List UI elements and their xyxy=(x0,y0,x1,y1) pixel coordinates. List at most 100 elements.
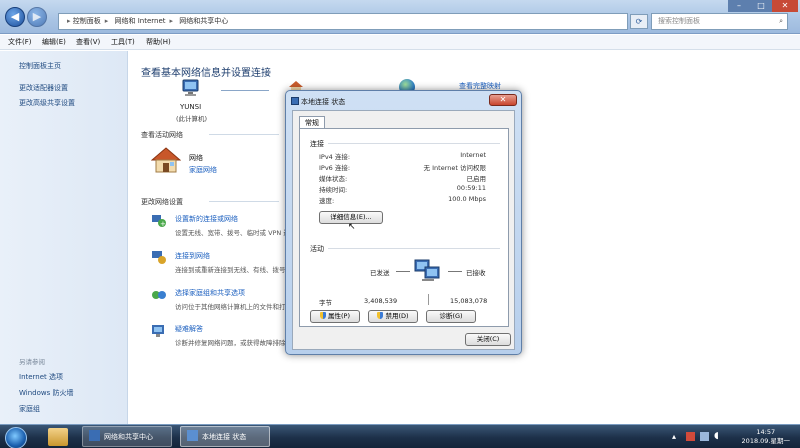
close-button[interactable]: ✕ xyxy=(772,0,798,12)
clock-date: 2018.09.星期一 xyxy=(741,437,790,445)
maximize-button[interactable]: □ xyxy=(750,0,772,12)
breadcrumb-network-sharing-center[interactable]: 网络和共享中心 xyxy=(179,17,228,25)
details-button-label: 详细信息(E)... xyxy=(330,213,372,221)
duration-value: 00:59:11 xyxy=(456,184,486,192)
title-bar: ◀ ▶ ▸ 控制面板 ▸ 网络和 Internet ▸ 网络和共享中心 ⟳ 搜索控制… xyxy=(0,0,800,34)
sidebar: 控制面板主页 更改适配器设置 更改高级共享设置 另请参阅 Internet 选项… xyxy=(0,51,128,424)
troubleshoot-icon xyxy=(151,322,167,338)
task-setup-connection-desc: 设置无线、宽带、拨号、临时或 VPN 连接；或设置路由器或访问点。 xyxy=(175,229,285,237)
uac-shield-icon xyxy=(377,312,384,319)
clock[interactable]: 14:57 2018.09.星期一 xyxy=(742,428,790,446)
taskbar-item-connection-status[interactable]: 本地连接 状态 xyxy=(180,426,270,447)
breadcrumb-separator-icon: ▸ xyxy=(104,17,109,25)
home-network-icon xyxy=(150,147,182,173)
map-connector xyxy=(221,90,269,91)
divider xyxy=(209,134,279,135)
search-input[interactable]: 搜索控制面板 ⌕ xyxy=(651,13,788,30)
task-connect-network-desc: 连接到或重新连接到无线、有线、拨号或 VPN 网络连接。 xyxy=(175,266,285,274)
connection-heading: 连接 xyxy=(310,140,324,148)
minimize-button[interactable]: – xyxy=(728,0,750,12)
see-also-heading: 另请参阅 xyxy=(19,358,45,366)
breadcrumb-separator-icon: ▸ xyxy=(169,17,174,25)
homegroup-icon xyxy=(151,287,167,303)
network-center-icon xyxy=(89,430,100,441)
active-networks-heading: 查看活动网络 xyxy=(141,131,183,139)
uac-shield-icon xyxy=(320,312,326,319)
home-network-link[interactable]: 家庭网络 xyxy=(189,165,217,175)
search-icon: ⌕ xyxy=(779,17,783,25)
task-troubleshoot-desc: 诊断并修复网络问题，或获得故障排除信息。 xyxy=(175,339,285,347)
received-line xyxy=(448,271,462,272)
sidebar-item-homegroup[interactable]: 家庭组 xyxy=(19,404,40,414)
explorer-folder-icon[interactable] xyxy=(48,428,68,446)
dialog-close-icon[interactable]: ✕ xyxy=(489,94,517,106)
ipv4-value: Internet xyxy=(460,151,486,159)
divider xyxy=(328,248,500,249)
sidebar-item-adapter-settings[interactable]: 更改适配器设置 xyxy=(19,83,68,93)
refresh-icon[interactable]: ⟳ xyxy=(630,14,648,29)
task-troubleshoot[interactable]: 疑难解答 xyxy=(175,324,203,334)
computer-name: YUNSI xyxy=(180,103,202,111)
network-name: 网络 xyxy=(189,154,203,162)
menu-file[interactable]: 文件(F) xyxy=(8,37,32,47)
new-connection-icon: + xyxy=(151,212,167,228)
menu-edit[interactable]: 编辑(E) xyxy=(42,37,66,47)
bytes-sent-value: 3,408,539 xyxy=(364,297,398,305)
search-placeholder: 搜索控制面板 xyxy=(658,17,700,25)
forward-button[interactable]: ▶ xyxy=(27,7,47,27)
sidebar-item-firewall[interactable]: Windows 防火墙 xyxy=(19,388,73,398)
computer-sub: (此计算机) xyxy=(176,115,208,123)
speed-label: 速度: xyxy=(319,197,335,205)
sidebar-item-home[interactable]: 控制面板主页 xyxy=(19,61,61,71)
address-bar[interactable]: ▸ 控制面板 ▸ 网络和 Internet ▸ 网络和共享中心 xyxy=(58,13,628,30)
ipv6-label: IPv6 连接: xyxy=(319,164,351,172)
menu-help[interactable]: 帮助(H) xyxy=(146,37,171,47)
task-connect-network[interactable]: 连接到网络 xyxy=(175,251,210,261)
received-label: 已接收 xyxy=(466,269,486,277)
bytes-label: 字节 xyxy=(319,299,332,307)
tray-arrow-icon[interactable]: ▴ xyxy=(672,432,676,441)
breadcrumb-network-internet[interactable]: 网络和 Internet xyxy=(115,17,166,25)
computer-icon xyxy=(180,79,202,97)
menu-tools[interactable]: 工具(T) xyxy=(111,37,135,47)
properties-button[interactable]: 属性(P) xyxy=(310,310,360,323)
network-activity-icon xyxy=(413,257,443,287)
ipv4-label: IPv4 连接: xyxy=(319,153,351,161)
volume-icon[interactable]: ◖ xyxy=(714,431,719,441)
dialog-body: 常规 连接 IPv4 连接: Internet IPv6 连接: 无 Inter… xyxy=(292,110,515,350)
task-homegroup-sharing[interactable]: 选择家庭组和共享选项 xyxy=(175,288,245,298)
network-tray-icon[interactable] xyxy=(700,432,709,441)
connection-status-dialog: 本地连接 状态 ✕ 常规 连接 IPv4 连接: Internet IPv6 连… xyxy=(285,90,522,355)
properties-button-label: 属性(P) xyxy=(328,312,350,320)
divider xyxy=(328,143,500,144)
close-dialog-button[interactable]: 关闭(C) xyxy=(465,333,511,346)
disable-button[interactable]: 禁用(D) xyxy=(368,310,418,323)
task-setup-connection[interactable]: 设置新的连接或网络 xyxy=(175,214,238,224)
bytes-received-value: 15,083,078 xyxy=(450,297,488,305)
tray-app-icon[interactable] xyxy=(686,432,695,441)
sent-line xyxy=(396,271,410,272)
start-button[interactable] xyxy=(5,427,27,448)
connection-status-icon xyxy=(187,430,198,441)
back-button[interactable]: ◀ xyxy=(5,7,25,27)
activity-heading: 活动 xyxy=(310,245,324,253)
svg-text:+: + xyxy=(160,220,166,228)
cursor-icon: ↖ xyxy=(348,222,356,232)
media-state-label: 媒体状态: xyxy=(319,175,348,183)
divider xyxy=(209,201,279,202)
media-state-value: 已启用 xyxy=(466,175,487,183)
taskbar-item-label: 网络和共享中心 xyxy=(104,433,153,441)
sidebar-item-advanced-sharing[interactable]: 更改高级共享设置 xyxy=(19,98,75,108)
ipv6-value: 无 Internet 访问权限 xyxy=(423,164,486,172)
network-adapter-icon xyxy=(291,97,299,105)
close-dialog-button-label: 关闭(C) xyxy=(476,335,500,343)
taskbar-item-sharing-center[interactable]: 网络和共享中心 xyxy=(82,426,172,447)
divider xyxy=(428,294,429,305)
diagnose-button[interactable]: 诊断(G) xyxy=(426,310,476,323)
breadcrumb-control-panel[interactable]: 控制面板 xyxy=(73,17,101,25)
clock-time: 14:57 xyxy=(756,428,776,436)
taskbar: 网络和共享中心 本地连接 状态 ▴ ◖ 14:57 2018.09.星期一 xyxy=(0,424,800,448)
taskbar-item-label: 本地连接 状态 xyxy=(202,433,247,441)
menu-view[interactable]: 查看(V) xyxy=(76,37,100,47)
sidebar-item-internet-options[interactable]: Internet 选项 xyxy=(19,372,63,382)
